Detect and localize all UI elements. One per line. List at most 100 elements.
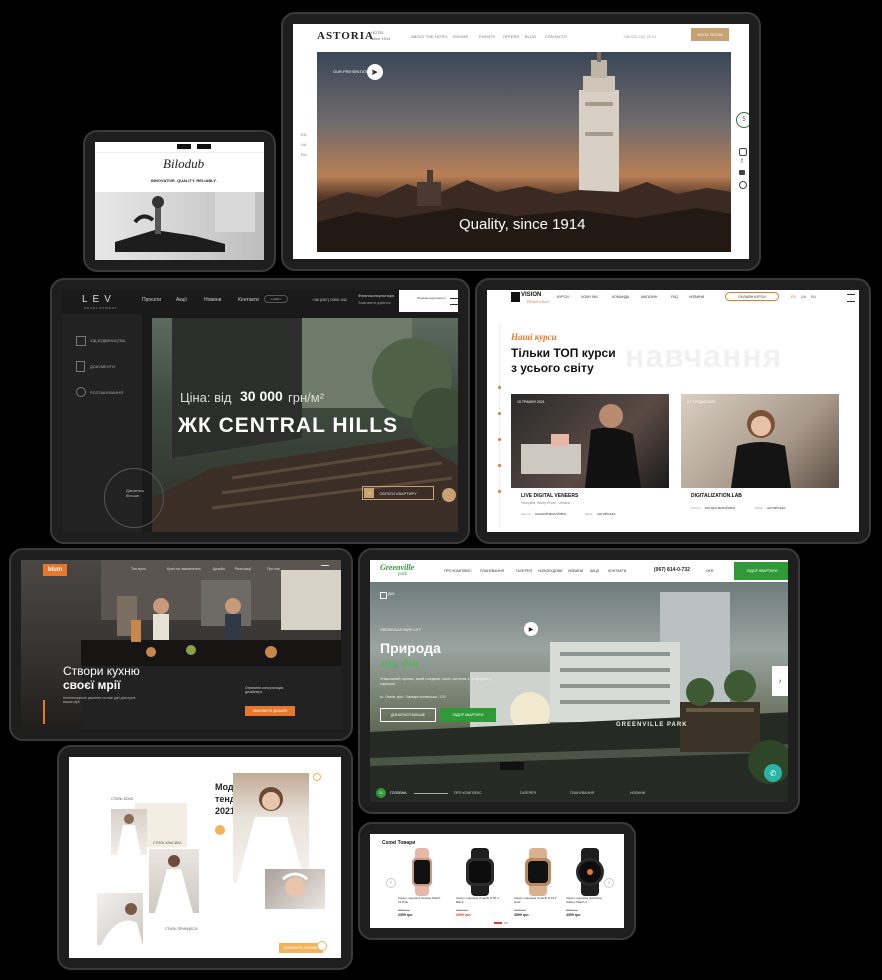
greenville-nav-6[interactable]: КОНТАКТИ: [608, 569, 626, 573]
astoria-presentation-label[interactable]: OUR PRESENTATION: [333, 69, 374, 74]
phone-call-icon[interactable]: ✆: [764, 764, 782, 782]
vision-nav-5[interactable]: НОВИНИ: [689, 295, 704, 299]
greenville-slider-3[interactable]: ПЛАНУВАННЯ: [570, 791, 594, 795]
vision-dot-4[interactable]: [498, 464, 501, 467]
vision-nav-3[interactable]: МАГАЗИН: [641, 295, 657, 299]
blum-nav-3[interactable]: Реалізації: [235, 567, 251, 571]
lev-logo[interactable]: LEV: [82, 294, 116, 305]
lev-nav-2[interactable]: Новини: [204, 297, 221, 303]
lev-circle-more[interactable]: [104, 468, 164, 528]
greenville-slider-0[interactable]: ГОЛОВНА: [390, 791, 407, 795]
blum-nav-2[interactable]: Дизайн: [213, 567, 225, 571]
lev-round-button[interactable]: [442, 488, 456, 502]
lev-nav-1[interactable]: Акції: [176, 297, 187, 303]
wedding-label-0[interactable]: СТИЛЬ БОХО: [111, 797, 133, 801]
greenville-slider-1[interactable]: ПРО КОМПЛЕКС: [454, 791, 482, 795]
wedding-photo-main[interactable]: [233, 773, 309, 883]
astoria-book-button[interactable]: BOOK ROOM: [691, 28, 729, 41]
astoria-nav-1[interactable]: ROOMS: [453, 34, 468, 39]
tripadvisor-icon[interactable]: [739, 181, 747, 189]
menu-icon[interactable]: [450, 298, 458, 305]
wedding-label-1[interactable]: СТИЛЬ КЛАСИКА: [153, 841, 182, 845]
menu-icon[interactable]: [847, 294, 855, 302]
vision-dot-3[interactable]: [498, 438, 501, 441]
wedding-label-2[interactable]: СТИЛЬ ПРИНЦЕСИ: [165, 927, 198, 931]
vision-dot-1[interactable]: [498, 386, 501, 389]
astoria-nav-0[interactable]: ABOUT THE HOTEL: [411, 34, 448, 39]
vision-card-0-title[interactable]: LIVE DIGITAL VENEERS: [521, 493, 578, 499]
vision-dot-5[interactable]: [498, 490, 501, 493]
greenville-slider-2[interactable]: ГАЛЕРЕЯ: [520, 791, 536, 795]
wedding-photo-2[interactable]: [149, 849, 199, 913]
vision-card-1-image[interactable]: 6-7 ГРУДНЯ 2021: [681, 394, 839, 488]
menu-icon[interactable]: [321, 565, 329, 573]
vision-logo[interactable]: VISION: [521, 292, 541, 298]
vision-dot-2[interactable]: [498, 412, 501, 415]
product-1-name[interactable]: Смарт-годинник Amazfit GTR 2 Black: [456, 896, 502, 904]
vision-nav-2[interactable]: КОМАНДА: [612, 295, 629, 299]
vision-lang-ua[interactable]: UA: [801, 295, 806, 299]
lev-consult-sub[interactable]: Замовити дзвінок: [358, 300, 391, 305]
greenville-btn-more[interactable]: ДІЗНАТИСЯ БІЛЬШЕ: [380, 708, 436, 722]
greenville-nav-2[interactable]: ГАЛЕРЕЯ: [516, 569, 532, 573]
greenville-btn-select[interactable]: ПІДБІР КВАРТИРИ: [440, 708, 496, 722]
greenville-nav-0[interactable]: ПРО КОМПЛЕКС: [444, 569, 472, 573]
lev-nav-0[interactable]: Проєкти: [142, 297, 161, 303]
vision-nav-1[interactable]: ЧОМУ МИ: [581, 295, 598, 299]
lev-cta-arrow-icon[interactable]: →: [364, 488, 374, 498]
greenville-nav-4[interactable]: НОВИНИ: [568, 569, 583, 573]
astoria-nav-3[interactable]: OFFERS: [503, 34, 519, 39]
vision-nav-4[interactable]: FAQ: [671, 295, 678, 299]
lev-lang-switch[interactable]: UA/EN: [264, 295, 288, 303]
product-card-2[interactable]: Смарт-годинник Amazfit GTS 2 Gold 4599 г…: [514, 848, 562, 920]
product-3-name[interactable]: Смарт-годинник Samsung Galaxy Watch 4: [566, 896, 610, 904]
astoria-phone[interactable]: +38 032 242 22 01: [623, 34, 656, 39]
blum-nav-0[interactable]: Тип кухні: [131, 567, 146, 571]
vision-lang-ru[interactable]: RU: [811, 295, 816, 299]
greenville-cta-top[interactable]: ПІДБІР КВАРТИРИ: [734, 562, 788, 580]
lev-badge-box[interactable]: Продаж нерухомості: [399, 290, 458, 312]
shop-pagination-dot[interactable]: [504, 922, 508, 924]
blum-nav-4[interactable]: Про нас: [267, 567, 280, 571]
greenville-breadcrumb[interactable]: ДІМ: [388, 592, 394, 596]
lev-sidebar-0[interactable]: ХІД БУДІВНИЦТВА: [90, 338, 125, 343]
lev-sidebar-2[interactable]: РОЗТАШУВАННЯ: [90, 390, 123, 395]
astoria-lang-en[interactable]: EN: [301, 132, 307, 137]
vision-logo-mark[interactable]: [511, 292, 520, 302]
greenville-logo[interactable]: Greenville: [380, 563, 414, 572]
blum-nav-1[interactable]: Кухні на замовлення: [167, 567, 201, 571]
blum-logo[interactable]: blum: [43, 564, 67, 576]
wedding-photo-1[interactable]: [111, 809, 147, 855]
facebook-icon[interactable]: f: [739, 159, 745, 165]
greenville-nav-3[interactable]: НОВОБУДОВИ: [538, 569, 562, 573]
lev-sidebar-1[interactable]: ДОКУМЕНТИ: [90, 364, 115, 369]
wedding-photo-4[interactable]: [265, 869, 325, 909]
chevron-left-icon[interactable]: ‹: [386, 878, 396, 888]
product-2-name[interactable]: Смарт-годинник Amazfit GTS 2 Gold: [514, 896, 560, 904]
shop-pagination-active[interactable]: [494, 922, 502, 924]
lev-phone[interactable]: +38 (067) 0000 342: [312, 297, 347, 302]
greenville-slider-4[interactable]: НОВИНИ: [630, 791, 645, 795]
astoria-lang-ru[interactable]: RU: [301, 152, 307, 157]
greenville-nav-1[interactable]: ПЛАНУВАННЯ: [480, 569, 504, 573]
greenville-lang[interactable]: UKR: [706, 569, 713, 573]
lev-consult[interactable]: Фінансконсультація: [358, 293, 394, 298]
dental-nav-button-1[interactable]: [177, 144, 191, 149]
vision-nav-0[interactable]: КУРСИ: [557, 295, 569, 299]
astoria-nav-2[interactable]: EVENTS: [479, 34, 495, 39]
wedding-cta-dot[interactable]: [317, 941, 327, 951]
astoria-logo[interactable]: ASTORIA: [317, 30, 374, 42]
youtube-icon[interactable]: [739, 170, 745, 175]
dental-nav-button-2[interactable]: [197, 144, 211, 149]
astoria-nav-4[interactable]: BLOG: [525, 34, 536, 39]
vision-card-1-title[interactable]: DIGITALIZATION.LAB: [691, 493, 742, 499]
greenville-phone[interactable]: (067) 814-0-732: [654, 567, 690, 573]
astoria-nav-5[interactable]: CONTACTS: [545, 34, 567, 39]
vision-card-0-image[interactable]: 15 ТРАВНЯ 2021: [511, 394, 669, 488]
play-icon[interactable]: ▶: [524, 622, 538, 636]
product-card-3[interactable]: Смарт-годинник Samsung Galaxy Watch 4 59…: [566, 848, 614, 920]
product-card-1[interactable]: Смарт-годинник Amazfit GTR 2 Black 4999 …: [456, 848, 504, 920]
vision-lang-en[interactable]: EN: [791, 295, 796, 299]
home-icon[interactable]: [380, 592, 387, 599]
blum-cta-button[interactable]: ЗАМОВИТИ ДИЗАЙН: [245, 706, 295, 716]
